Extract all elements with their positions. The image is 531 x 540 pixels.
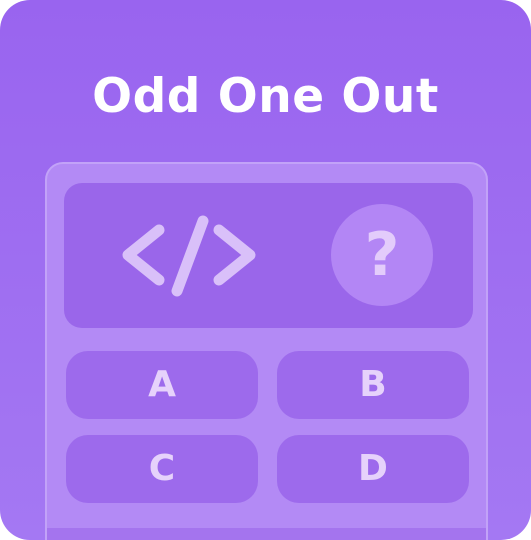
code-icon bbox=[122, 215, 256, 297]
question-panel: ? A B C D bbox=[45, 162, 488, 540]
option-b-button[interactable]: B bbox=[277, 351, 469, 419]
option-a-button[interactable]: A bbox=[66, 351, 258, 419]
game-title: Odd One Out bbox=[92, 69, 439, 124]
prompt-box: ? bbox=[64, 183, 473, 328]
option-d-button[interactable]: D bbox=[277, 435, 469, 503]
game-card: Odd One Out ? A B C D bbox=[0, 0, 531, 540]
panel-footer bbox=[47, 528, 486, 540]
option-c-button[interactable]: C bbox=[66, 435, 258, 503]
question-mark-icon: ? bbox=[331, 204, 433, 306]
